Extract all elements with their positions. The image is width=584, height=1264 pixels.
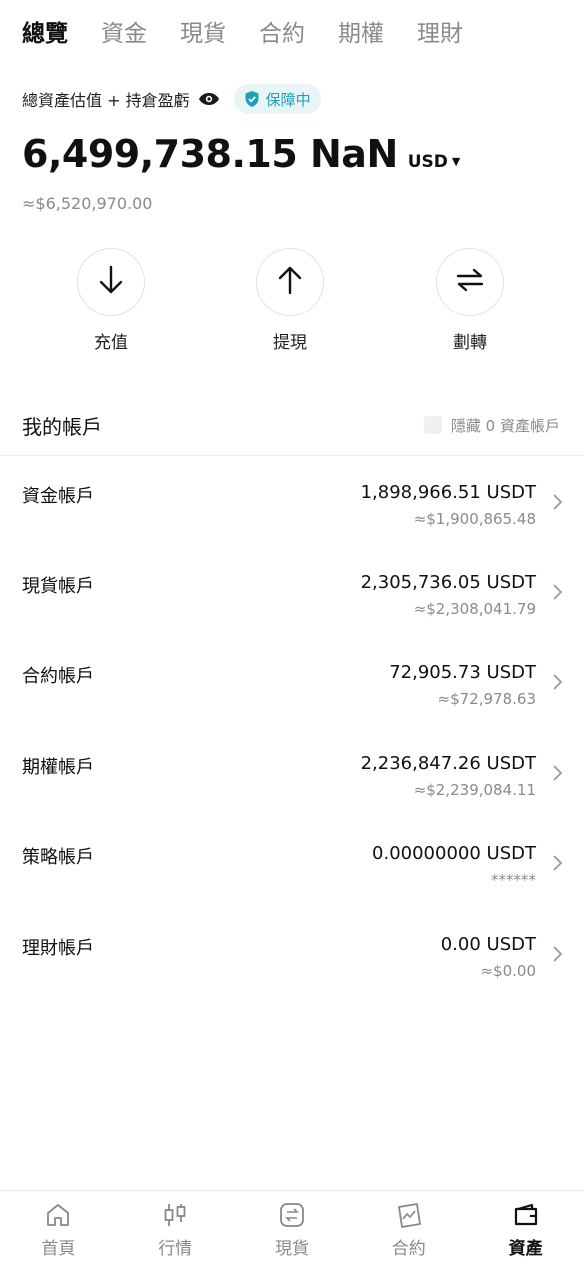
account-row-futures[interactable]: 合約帳戶 72,905.73 USDT ≈$72,978.63 bbox=[0, 662, 584, 732]
nav-assets[interactable]: 資產 bbox=[467, 1191, 584, 1264]
account-name: 資金帳戶 bbox=[22, 486, 94, 507]
divider bbox=[0, 455, 584, 456]
home-icon bbox=[0, 1199, 117, 1231]
account-usd-value: ≈$0.00 bbox=[480, 962, 536, 980]
wallet-icon bbox=[467, 1199, 584, 1231]
caret-down-icon: ▼ bbox=[451, 155, 461, 168]
nav-futures[interactable]: 合約 bbox=[350, 1191, 467, 1264]
candlestick-icon bbox=[117, 1199, 234, 1231]
transfer-label: 劃轉 bbox=[453, 333, 487, 353]
account-row-strategy[interactable]: 策略帳戶 0.00000000 USDT ****** bbox=[0, 843, 584, 913]
tab-overview[interactable]: 總覽 bbox=[22, 18, 68, 50]
hide-zero-label: 隱藏 0 資產帳戶 bbox=[450, 416, 560, 435]
shield-icon bbox=[244, 90, 260, 108]
hide-zero-toggle[interactable]: 隱藏 0 資產帳戶 bbox=[423, 415, 560, 436]
account-row-options[interactable]: 期權帳戶 2,236,847.26 USDT ≈$2,239,084.11 bbox=[0, 753, 584, 823]
account-name: 策略帳戶 bbox=[22, 847, 94, 868]
account-row-earn[interactable]: 理財帳戶 0.00 USDT ≈$0.00 bbox=[0, 934, 584, 1004]
account-amount: 72,905.73 USDT bbox=[389, 662, 536, 683]
bottom-nav: 首頁 行情 現貨 合約 資產 bbox=[0, 1190, 584, 1264]
account-usd-value: ****** bbox=[491, 871, 536, 889]
account-usd-value: ≈$2,308,041.79 bbox=[413, 600, 536, 618]
account-name: 現貨帳戶 bbox=[22, 576, 94, 597]
account-row-funding[interactable]: 資金帳戶 1,898,966.51 USDT ≈$1,900,865.48 bbox=[0, 482, 584, 552]
withdraw-button[interactable]: 提現 bbox=[255, 248, 325, 353]
accounts-header: 我的帳戶 隱藏 0 資產帳戶 bbox=[22, 408, 560, 442]
transfer-circle bbox=[436, 248, 504, 316]
nav-futures-label: 合約 bbox=[391, 1239, 426, 1259]
withdraw-label: 提現 bbox=[273, 333, 307, 353]
total-balance-row: 6,499,738.15 NaN USD ▼ bbox=[22, 132, 460, 176]
account-name: 理財帳戶 bbox=[22, 938, 94, 959]
tab-futures[interactable]: 合約 bbox=[259, 18, 305, 50]
account-usd-value: ≈$2,239,084.11 bbox=[413, 781, 536, 799]
chevron-right-icon bbox=[552, 763, 564, 783]
tab-options[interactable]: 期權 bbox=[338, 18, 384, 50]
deposit-circle bbox=[77, 248, 145, 316]
deposit-button[interactable]: 充值 bbox=[76, 248, 146, 353]
nav-home[interactable]: 首頁 bbox=[0, 1191, 117, 1264]
transfer-icon bbox=[454, 266, 486, 298]
chevron-right-icon bbox=[552, 672, 564, 692]
nav-assets-label: 資產 bbox=[508, 1239, 543, 1259]
nav-market[interactable]: 行情 bbox=[117, 1191, 234, 1264]
nav-home-label: 首頁 bbox=[41, 1239, 76, 1259]
account-amount: 0.00000000 USDT bbox=[372, 843, 536, 864]
tab-funding[interactable]: 資金 bbox=[101, 18, 147, 50]
currency-selector[interactable]: USD ▼ bbox=[408, 152, 461, 172]
account-usd-value: ≈$1,900,865.48 bbox=[413, 510, 536, 528]
withdraw-circle bbox=[256, 248, 324, 316]
my-accounts-title: 我的帳戶 bbox=[22, 414, 102, 439]
hide-zero-checkbox[interactable] bbox=[423, 416, 442, 434]
contract-chart-icon bbox=[350, 1199, 467, 1231]
chevron-right-icon bbox=[552, 492, 564, 512]
tab-earn[interactable]: 理財 bbox=[417, 18, 463, 50]
account-usd-value: ≈$72,978.63 bbox=[437, 690, 536, 708]
currency-label: USD bbox=[407, 152, 448, 172]
protection-badge[interactable]: 保障中 bbox=[233, 84, 321, 114]
account-amount: 0.00 USDT bbox=[440, 934, 536, 955]
protection-badge-label: 保障中 bbox=[265, 90, 311, 109]
total-balance: 6,499,738.15 NaN bbox=[22, 132, 398, 176]
eye-icon[interactable] bbox=[198, 91, 220, 107]
nav-spot[interactable]: 現貨 bbox=[234, 1191, 351, 1264]
chevron-right-icon bbox=[552, 944, 564, 964]
nav-market-label: 行情 bbox=[158, 1239, 193, 1259]
account-amount: 1,898,966.51 USDT bbox=[360, 482, 536, 503]
transfer-button[interactable]: 劃轉 bbox=[435, 248, 505, 353]
account-amount: 2,236,847.26 USDT bbox=[360, 753, 536, 774]
account-name: 合約帳戶 bbox=[22, 666, 94, 687]
arrow-down-icon bbox=[96, 264, 126, 300]
approx-total-usd: ≈$6,520,970.00 bbox=[22, 194, 153, 213]
tab-spot[interactable]: 現貨 bbox=[180, 18, 226, 50]
account-amount: 2,305,736.05 USDT bbox=[360, 572, 536, 593]
chevron-right-icon bbox=[552, 582, 564, 602]
swap-icon bbox=[234, 1199, 351, 1231]
account-name: 期權帳戶 bbox=[22, 757, 94, 778]
arrow-up-icon bbox=[275, 264, 305, 300]
top-tabs: 總覽 資金 現貨 合約 期權 理財 bbox=[22, 18, 496, 50]
nav-spot-label: 現貨 bbox=[274, 1239, 309, 1259]
chevron-right-icon bbox=[552, 853, 564, 873]
asset-label-row: 總資產估值 + 持倉盈虧 保障中 bbox=[22, 84, 321, 114]
account-row-spot[interactable]: 現貨帳戶 2,305,736.05 USDT ≈$2,308,041.79 bbox=[0, 572, 584, 642]
deposit-label: 充值 bbox=[94, 333, 128, 353]
asset-valuation-label: 總資產估值 + 持倉盈虧 bbox=[22, 91, 190, 110]
